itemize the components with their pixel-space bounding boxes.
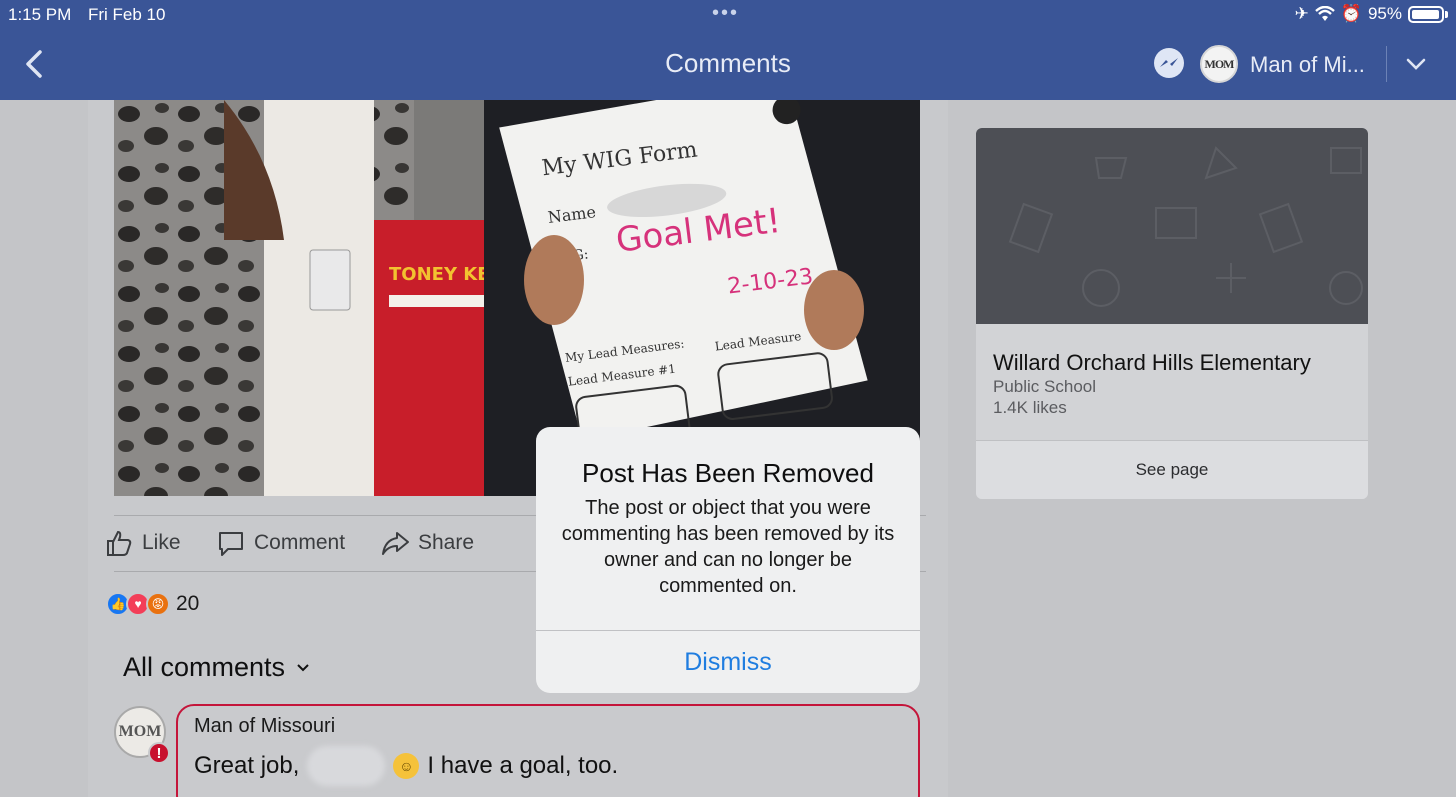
comment-filter-dropdown[interactable]: All comments <box>123 652 311 683</box>
page-likes: 1.4K likes <box>993 398 1067 417</box>
see-page-button[interactable]: See page <box>976 440 1368 499</box>
comment-text: Great job, ☺ I have a goal, too. <box>194 746 618 786</box>
alarm-icon: ⏰ <box>1340 4 1362 23</box>
page-card: Willard Orchard Hills Elementary Public … <box>976 128 1368 499</box>
comment-button[interactable]: Comment <box>216 528 345 558</box>
angry-reaction-icon: 😡 <box>146 592 170 616</box>
chevron-down-icon <box>297 663 309 671</box>
reaction-summary[interactable]: 👍 ♥ 😡 20 <box>106 592 199 616</box>
smiley-emoji-icon: ☺ <box>393 753 420 779</box>
account-name[interactable]: Man of Mi... <box>1250 52 1365 78</box>
share-button[interactable]: Share <box>380 528 474 558</box>
status-time: 1:15 PM <box>8 5 72 24</box>
alert-message: The post or object that you were comment… <box>561 497 895 597</box>
page-name[interactable]: Willard Orchard Hills Elementary <box>993 350 1311 376</box>
page-category: Public School <box>993 377 1097 396</box>
alert-title: Post Has Been Removed <box>582 458 874 488</box>
multitasking-dots-icon[interactable]: ••• <box>712 2 739 25</box>
cover-pattern <box>1008 146 1363 307</box>
comment-icon <box>219 532 243 556</box>
battery-percent: 95% <box>1367 4 1402 23</box>
thumbs-up-icon <box>107 530 132 556</box>
airplane-icon: ✈ <box>1294 4 1309 23</box>
wifi-icon <box>1315 6 1335 21</box>
like-button[interactable]: Like <box>104 528 181 558</box>
top-bar: 1:15 PM Fri Feb 10 ••• ✈ ⏰ 95% Comments … <box>0 0 1456 100</box>
battery-icon <box>1408 5 1444 23</box>
header-divider <box>1386 46 1387 82</box>
error-icon: ! <box>148 742 170 764</box>
chevron-down-icon[interactable] <box>1404 54 1428 74</box>
status-icons: ✈ ⏰ 95% <box>1295 4 1448 24</box>
page-cover[interactable] <box>976 128 1368 324</box>
redacted-name <box>307 746 386 786</box>
post-removed-alert: Post Has Been Removed The post or object… <box>536 427 920 693</box>
dismiss-button[interactable]: Dismiss <box>536 631 920 693</box>
messenger-icon[interactable] <box>1152 47 1186 81</box>
share-icon <box>382 532 409 555</box>
account-logo[interactable]: MOM <box>1200 45 1238 83</box>
status-date: Fri Feb 10 <box>88 5 166 24</box>
comment-author[interactable]: Man of Missouri <box>194 715 335 738</box>
reaction-count: 20 <box>176 592 200 615</box>
